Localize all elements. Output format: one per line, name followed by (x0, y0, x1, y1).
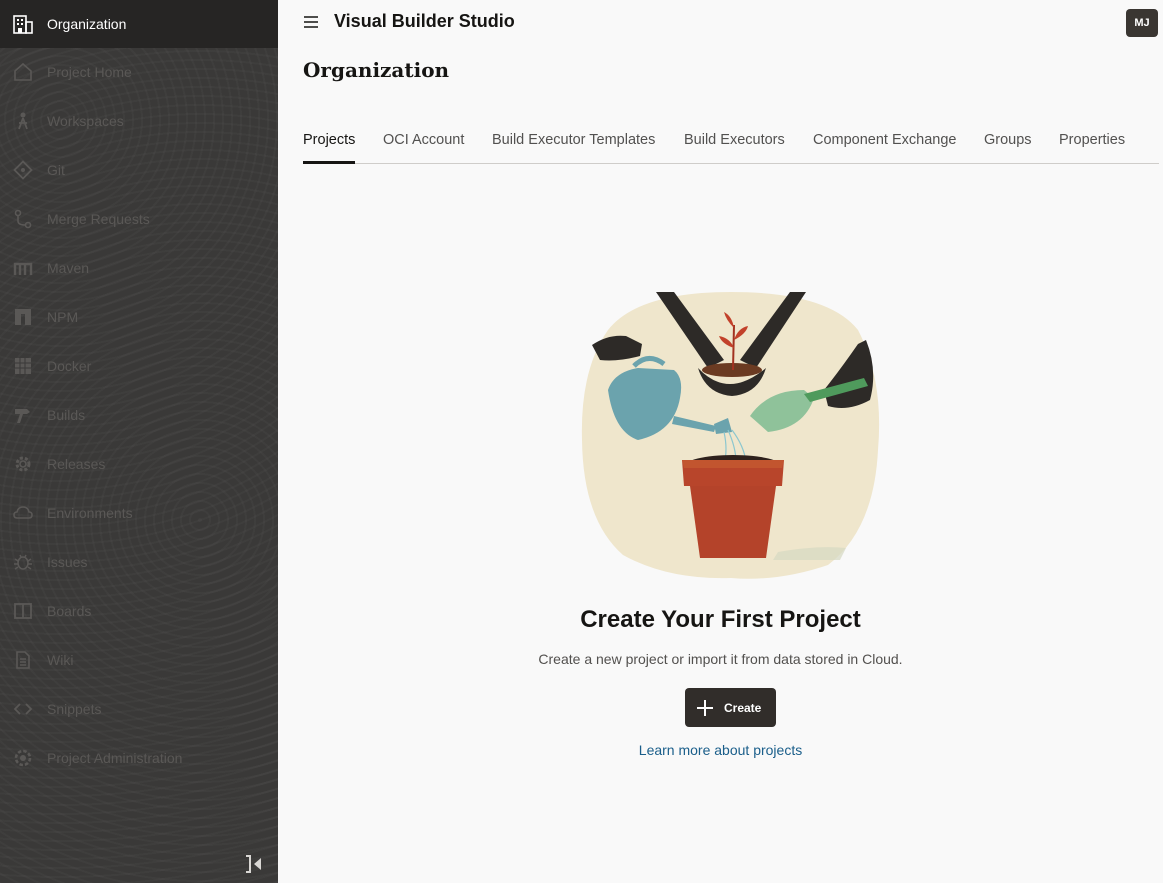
empty-state-title: Create Your First Project (580, 606, 861, 633)
sidebar-item-label: Builds (47, 407, 86, 423)
page-title: Organization (303, 58, 450, 82)
sidebar-item-label: Maven (47, 260, 90, 276)
sidebar-item-git[interactable]: Git (0, 146, 278, 194)
sidebar-item-issues[interactable]: Issues (0, 538, 278, 586)
sidebar-item-label: Git (47, 162, 65, 178)
learn-more-link[interactable]: Learn more about projects (639, 742, 802, 758)
sidebar-item-docker[interactable]: Docker (0, 342, 278, 390)
tab-oci-account[interactable]: OCI Account (383, 124, 464, 164)
sidebar-item-environments[interactable]: Environments (0, 489, 278, 537)
tab-build-executor-templates[interactable]: Build Executor Templates (492, 124, 655, 164)
tab-build-executors[interactable]: Build Executors (684, 124, 785, 164)
sidebar-item-label: Issues (47, 554, 88, 570)
npm-icon (12, 306, 34, 328)
hammer-icon (12, 404, 34, 426)
learn-more-container: Learn more about projects (0, 742, 1163, 758)
tab-projects[interactable]: Projects (303, 124, 356, 164)
bug-icon (12, 551, 34, 573)
sidebar-item-organization[interactable]: Organization (0, 0, 278, 48)
sidebar-item-label: Docker (47, 358, 92, 374)
app-title: Visual Builder Studio (334, 11, 515, 31)
sidebar-item-label: Workspaces (47, 113, 124, 129)
collapse-sidebar-icon[interactable] (243, 853, 265, 875)
tab-component-exchange[interactable]: Component Exchange (813, 124, 957, 164)
gear-icon (12, 453, 34, 475)
building-icon (12, 13, 34, 35)
sidebar-item-npm[interactable]: NPM (0, 293, 278, 341)
cloud-icon (12, 502, 34, 524)
sidebar-item-snippets[interactable]: Snippets (0, 685, 278, 733)
empty-state-description: Create a new project or import it from d… (538, 651, 903, 667)
tab-properties[interactable]: Properties (1059, 124, 1125, 164)
maven-icon (12, 257, 34, 279)
tab-groups[interactable]: Groups (984, 124, 1032, 164)
sidebar-item-label: Environments (47, 505, 133, 521)
sidebar-item-merge-requests[interactable]: Merge Requests (0, 195, 278, 243)
sidebar-item-label: NPM (47, 309, 79, 325)
merge-request-icon (12, 208, 34, 230)
sidebar-item-releases[interactable]: Releases (0, 440, 278, 488)
sidebar-item-label: Releases (47, 456, 106, 472)
avatar[interactable]: MJ (1126, 9, 1158, 37)
sidebar-item-label: Merge Requests (47, 211, 150, 227)
hamburger-menu-icon[interactable] (302, 14, 320, 30)
sidebar-item-project-home[interactable]: Project Home (0, 48, 278, 96)
sidebar-item-workspaces[interactable]: Workspaces (0, 97, 278, 145)
tab-bar: Projects OCI Account Build Executor Temp… (303, 124, 1159, 164)
sidebar-item-label: Project Home (47, 64, 132, 80)
docker-icon (12, 355, 34, 377)
git-icon (12, 159, 34, 181)
empty-state-illustration (578, 290, 884, 580)
workspaces-icon (12, 110, 34, 132)
create-button-label: Create (724, 700, 762, 715)
sidebar-item-label: Snippets (47, 701, 102, 717)
sidebar-item-builds[interactable]: Builds (0, 391, 278, 439)
sidebar-item-label: Organization (47, 16, 127, 32)
create-button[interactable]: Create (685, 688, 776, 727)
sidebar-item-maven[interactable]: Maven (0, 244, 278, 292)
plus-icon (695, 698, 715, 718)
home-icon (12, 61, 34, 83)
code-icon (12, 698, 34, 720)
